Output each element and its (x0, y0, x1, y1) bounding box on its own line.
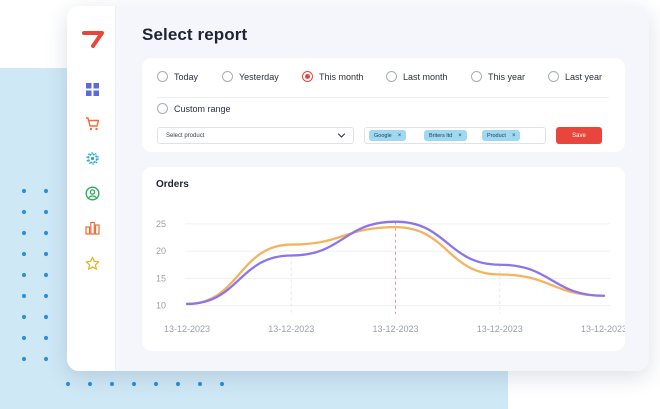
y-tick-label: 25 (156, 219, 166, 229)
tag-label: Google (374, 132, 392, 139)
radio-indicator (157, 103, 168, 114)
y-tick-label: 20 (156, 246, 166, 256)
radio-this-year[interactable]: This year (471, 71, 525, 82)
sidebar (67, 6, 116, 371)
star-icon (85, 256, 99, 270)
report-filters-panel: Today Yesterday This month Last month Th… (142, 58, 625, 152)
sidebar-item-reports[interactable] (83, 219, 101, 237)
sidebar-item-dashboard[interactable] (83, 80, 101, 98)
radio-last-year[interactable]: Last year (548, 71, 602, 82)
bar-chart-icon (84, 221, 100, 235)
user-circle-icon (84, 185, 100, 201)
x-tick-label: 13-12-2023 (372, 324, 418, 334)
x-tick-label: 13-12-2023 (477, 324, 523, 334)
x-tick-label: 13-12-2023 (581, 324, 625, 334)
radio-label: Last month (403, 71, 448, 82)
remove-tag-icon[interactable]: × (458, 133, 462, 139)
tag-chip: Product × (482, 130, 521, 141)
settings-gear-icon (85, 151, 99, 165)
radio-label: Last year (565, 71, 603, 82)
app-window: Select report Today Yesterday This month… (67, 6, 649, 371)
tag-label: Product (487, 132, 506, 139)
radio-label: This month (319, 71, 364, 82)
save-button[interactable]: Save (556, 127, 602, 144)
filters-divider (157, 97, 609, 98)
radio-indicator (548, 71, 559, 82)
y-tick-label: 10 (156, 301, 166, 311)
orders-chart-card: Orders 10 15 20 25 13-12-2023 13-12-2023 13-12… (142, 167, 625, 351)
radio-indicator (222, 71, 233, 82)
dashboard-grid-icon (85, 82, 99, 96)
radio-label: This year (488, 71, 526, 82)
sidebar-item-profile[interactable] (83, 184, 101, 202)
tag-chip: Google × (369, 130, 407, 141)
remove-tag-icon[interactable]: × (398, 133, 402, 139)
orders-line-chart: 10 15 20 25 13-12-2023 13-12-2023 13-12-2023 13… (156, 219, 625, 334)
remove-tag-icon[interactable]: × (512, 133, 516, 139)
radio-indicator (386, 71, 397, 82)
radio-yesterday[interactable]: Yesterday (222, 71, 279, 82)
tag-label: Briters ltd (429, 132, 453, 139)
radio-this-month[interactable]: This month (302, 71, 364, 82)
tag-chip: Briters ltd × (424, 130, 467, 141)
product-select-value: Select product (166, 132, 205, 139)
radio-label: Yesterday (239, 71, 279, 82)
x-tick-label: 13-12-2023 (164, 324, 210, 334)
radio-indicator (157, 71, 168, 82)
chevron-down-icon (337, 133, 346, 138)
brand-logo (82, 31, 104, 48)
x-tick-label: 13-12-2023 (268, 324, 314, 334)
radio-today[interactable]: Today (157, 71, 198, 82)
sidebar-item-favorites[interactable] (83, 254, 101, 272)
radio-indicator-selected (302, 71, 313, 82)
tag-input[interactable]: Google × Briters ltd × Product × (364, 127, 546, 144)
sidebar-item-cart[interactable] (83, 115, 101, 133)
radio-custom-range[interactable]: Custom range (157, 103, 231, 114)
radio-last-month[interactable]: Last month (386, 71, 448, 82)
y-tick-label: 15 (156, 273, 166, 283)
page-title: Select report (142, 25, 248, 44)
radio-label: Custom range (174, 103, 231, 114)
radio-label: Today (174, 71, 199, 82)
shopping-cart-icon (85, 117, 99, 131)
product-select[interactable]: Select product (157, 127, 354, 144)
sidebar-item-settings[interactable] (83, 149, 101, 167)
radio-indicator (471, 71, 482, 82)
